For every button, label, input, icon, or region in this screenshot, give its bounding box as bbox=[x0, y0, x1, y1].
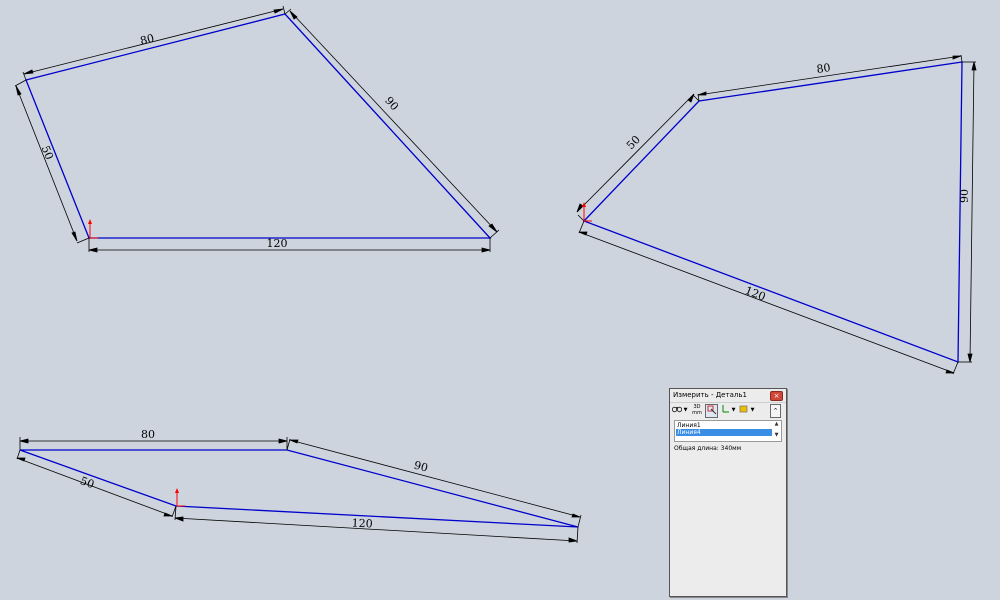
dimension-bottom[interactable] bbox=[88, 238, 491, 253]
dimension-top[interactable] bbox=[697, 54, 963, 102]
sketch-top-left[interactable]: 80 90 50 120 bbox=[14, 5, 500, 253]
scroll-up-icon[interactable]: ▲ bbox=[773, 421, 780, 428]
close-button[interactable]: × bbox=[770, 391, 783, 401]
sketch-outline[interactable] bbox=[25, 13, 492, 239]
origin-icon bbox=[175, 488, 185, 507]
dimension-label-bottom[interactable]: 120 bbox=[351, 516, 373, 530]
units-icon[interactable]: 3D mm bbox=[691, 404, 703, 416]
collapse-icon[interactable]: ⌃ bbox=[770, 404, 781, 418]
dimension-label-bottom[interactable]: 120 bbox=[267, 237, 288, 250]
chevron-down-icon[interactable]: ▼ bbox=[683, 404, 688, 416]
graphics-area[interactable]: 80 90 50 120 80 90 50 120 80 90 50 120 bbox=[0, 0, 1000, 600]
dimension-bottom[interactable] bbox=[578, 220, 959, 375]
xyz-axis-icon[interactable] bbox=[720, 404, 730, 416]
dialog-title: Измерить - Деталь1 bbox=[673, 391, 747, 399]
dimension-label-top[interactable]: 80 bbox=[141, 428, 155, 441]
scroll-down-icon[interactable]: ▼ bbox=[773, 432, 780, 439]
sketch-outline[interactable] bbox=[19, 449, 579, 528]
dimension-left[interactable] bbox=[576, 93, 700, 222]
dimension-label-right[interactable]: 90 bbox=[382, 94, 401, 113]
dimension-label-bottom[interactable]: 120 bbox=[743, 284, 767, 304]
units-label: mm bbox=[692, 410, 702, 416]
measure-dialog[interactable]: Измерить - Деталь1 × ▼ 3D mm ▼ ▼ ⌃ Линия1… bbox=[669, 388, 787, 597]
chevron-down-icon[interactable]: ▼ bbox=[731, 404, 736, 416]
dimension-label-right[interactable]: 90 bbox=[958, 189, 971, 203]
dimension-label-left[interactable]: 50 bbox=[39, 144, 56, 162]
dimension-right[interactable] bbox=[284, 8, 500, 239]
binoculars-icon[interactable] bbox=[671, 404, 683, 416]
sketch-bottom[interactable]: 80 90 50 120 bbox=[16, 428, 582, 544]
dimension-left[interactable] bbox=[14, 79, 90, 244]
sketch-canvas[interactable]: 80 90 50 120 80 90 50 120 80 90 50 120 bbox=[0, 0, 1000, 600]
list-item[interactable]: Линия1 bbox=[676, 422, 772, 429]
measure-toolbar: ▼ 3D mm ▼ ▼ ⌃ bbox=[671, 404, 784, 418]
dimension-label-right[interactable]: 90 bbox=[412, 459, 429, 475]
selection-list[interactable]: Линия1 Линия4 ▲ ▼ bbox=[674, 420, 782, 442]
sketch-top-right[interactable]: 80 90 50 120 bbox=[576, 54, 977, 375]
total-length-result: Общая длина: 340мм bbox=[674, 445, 742, 452]
material-icon[interactable] bbox=[739, 404, 749, 416]
chevron-down-icon[interactable]: ▼ bbox=[750, 404, 755, 416]
dimension-label-top[interactable]: 80 bbox=[139, 32, 156, 48]
dialog-titlebar[interactable]: Измерить - Деталь1 × bbox=[670, 389, 786, 403]
origin-icon bbox=[88, 219, 98, 239]
dimension-label-left[interactable]: 50 bbox=[624, 133, 643, 152]
list-item[interactable]: Линия4 bbox=[676, 429, 772, 436]
dimension-label-top[interactable]: 80 bbox=[816, 61, 832, 76]
dimension-left[interactable] bbox=[16, 449, 177, 518]
selection-icon[interactable] bbox=[705, 404, 718, 418]
dimension-right[interactable] bbox=[958, 61, 977, 363]
sketch-outline[interactable] bbox=[582, 61, 963, 363]
